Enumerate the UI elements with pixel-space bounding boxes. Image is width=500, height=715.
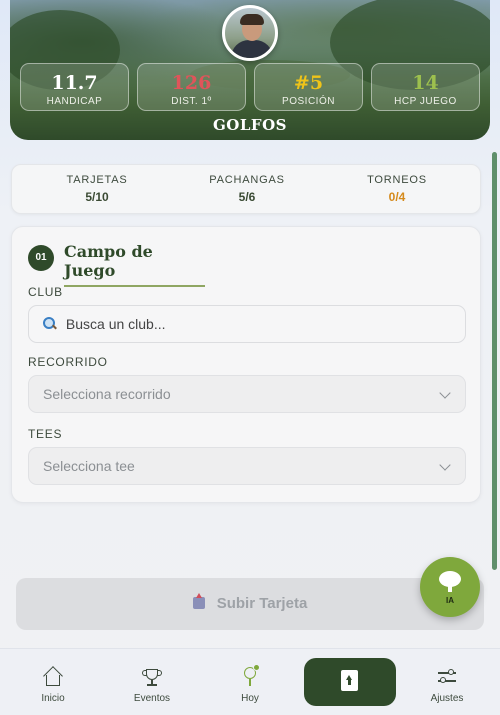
nav-item-inicio[interactable]: Inicio — [13, 649, 93, 715]
nav-item-upload[interactable] — [304, 658, 396, 706]
counter-value: 5/10 — [85, 190, 109, 204]
step-badge: 01 — [28, 245, 54, 271]
avatar[interactable] — [222, 5, 278, 61]
counter-label: PACHANGAS — [209, 174, 285, 186]
section-title: Campo de Juego — [64, 242, 205, 287]
sliders-icon — [437, 667, 457, 687]
stat-value: 126 — [171, 72, 212, 94]
stat-value: 11.7 — [51, 72, 98, 94]
club-search-placeholder: Busca un club... — [65, 316, 166, 332]
golf-icon — [240, 664, 260, 687]
upload-icon — [192, 593, 205, 610]
club-search-input[interactable]: Busca un club... — [28, 305, 466, 343]
upload-doc-icon — [341, 670, 358, 691]
home-icon — [43, 666, 63, 687]
stat-label: POSICIÓN — [282, 96, 335, 107]
nav-label: Inicio — [41, 693, 65, 704]
stat-handicap: 11.7 HANDICAP — [20, 63, 129, 111]
stat-label: DIST. 1º — [171, 96, 212, 107]
counter-pachangas: PACHANGAS 5/6 — [172, 174, 322, 204]
nav-item-hoy[interactable]: Hoy — [210, 649, 290, 715]
bottom-nav: Inicio Eventos Hoy Ajustes — [0, 648, 500, 715]
stat-label: HCP JUEGO — [394, 96, 457, 107]
scrollbar[interactable] — [492, 152, 497, 570]
tees-value: Selecciona tee — [43, 458, 135, 474]
nav-label: Eventos — [133, 693, 171, 704]
stat-label: HANDICAP — [46, 96, 103, 107]
recorrido-label: RECORRIDO — [28, 355, 108, 369]
upload-card-button[interactable]: Subir Tarjeta — [16, 578, 484, 630]
nav-label: Ajustes — [430, 693, 464, 704]
nav-label: Hoy — [241, 693, 259, 704]
club-label: CLUB — [28, 285, 63, 299]
stat-position: #5 POSICIÓN — [254, 63, 363, 111]
counters-card: TARJETAS 5/10 PACHANGAS 5/6 TORNEOS 0/4 — [11, 164, 481, 214]
search-icon — [43, 317, 57, 331]
chevron-down-icon — [439, 387, 451, 399]
recorrido-value: Selecciona recorrido — [43, 386, 171, 402]
stat-hcp-juego: 14 HCP JUEGO — [371, 63, 480, 111]
stat-distance: 126 DIST. 1º — [137, 63, 246, 111]
ai-label: IA — [446, 596, 454, 605]
recorrido-select[interactable]: Selecciona recorrido — [28, 375, 466, 413]
stat-value: #5 — [293, 72, 324, 94]
chevron-down-icon — [439, 459, 451, 471]
nav-item-ajustes[interactable]: Ajustes — [407, 649, 487, 715]
upload-card-label: Subir Tarjeta — [216, 595, 308, 612]
counter-torneos: TORNEOS 0/4 — [322, 174, 472, 204]
stat-value: 14 — [412, 72, 439, 94]
counter-label: TORNEOS — [367, 174, 427, 186]
counter-value: 0/4 — [388, 190, 406, 204]
counter-tarjetas: TARJETAS 5/10 — [22, 174, 172, 204]
golf-ball-icon — [439, 571, 461, 587]
ai-assistant-button[interactable]: IA — [420, 557, 480, 617]
course-form-card: 01 Campo de Juego CLUB Busca un club... … — [11, 226, 481, 503]
counter-value: 5/6 — [238, 190, 256, 204]
group-title: GOLFOS — [213, 116, 287, 134]
tees-label: TEES — [28, 427, 63, 441]
counter-label: TARJETAS — [66, 174, 128, 186]
tees-select[interactable]: Selecciona tee — [28, 447, 466, 485]
app-frame: 11.7 HANDICAP 126 DIST. 1º #5 POSICIÓN 1… — [0, 0, 500, 715]
nav-item-eventos[interactable]: Eventos — [112, 649, 192, 715]
trophy-icon — [142, 667, 162, 687]
